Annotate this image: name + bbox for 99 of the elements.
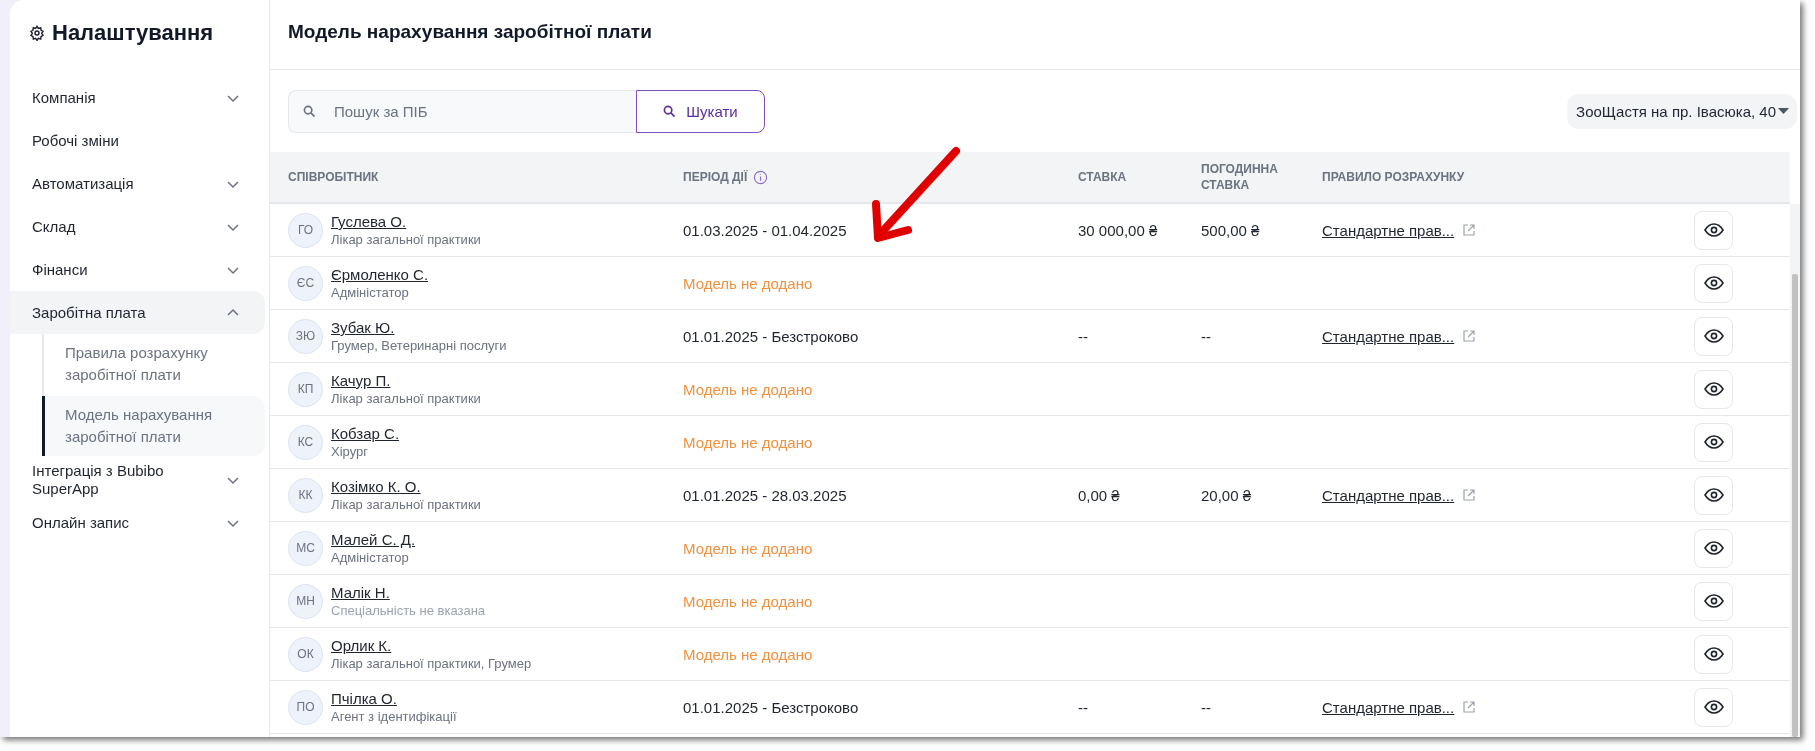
avatar-initials: ГО	[288, 212, 323, 248]
sidebar-item[interactable]: Інтеграція з Bubibo SuperApp	[10, 458, 265, 501]
view-button[interactable]	[1694, 422, 1733, 462]
avatar-initials: МС	[288, 530, 323, 566]
employee-specialty: Лікар загальної практики, Грумер	[331, 656, 532, 671]
sidebar-item[interactable]: Автоматизація	[10, 162, 265, 205]
avatar-initials: ЄС	[288, 265, 323, 301]
column-header: ПОГОДИННА СТАВКА	[1201, 161, 1279, 193]
eye-icon	[1703, 223, 1724, 237]
view-button[interactable]	[1694, 528, 1733, 568]
rule-link[interactable]: Стандартне прав...	[1322, 221, 1455, 239]
employee-link[interactable]: Зубак Ю.	[331, 319, 507, 336]
caret-icon	[1778, 107, 1789, 115]
avatar-initials: КС	[288, 424, 323, 460]
status-text: Модель не додано	[683, 274, 813, 292]
eye-icon	[1703, 700, 1724, 714]
settings-title: Налаштування	[52, 20, 214, 46]
sidebar-subitem[interactable]: Модель нарахування заробітної плати	[42, 396, 265, 456]
eye-icon	[1703, 276, 1724, 290]
sidebar-item[interactable]: Компанія	[10, 76, 265, 119]
avatar-initials: КК	[288, 477, 323, 513]
eye-icon	[1703, 435, 1724, 449]
employee-link[interactable]: Кобзар С.	[331, 425, 400, 442]
eye-icon	[1703, 329, 1724, 343]
view-button[interactable]	[1694, 687, 1733, 727]
period-text: 01.01.2025 - Безстроково	[683, 327, 859, 345]
rule-link[interactable]: Стандартне прав...	[1322, 327, 1455, 345]
employee-specialty: Грумер, Ветеринарні послуги	[331, 338, 507, 353]
employee-link[interactable]: Малей С. Д.	[331, 531, 416, 548]
hourly-rate-text: --	[1201, 327, 1211, 345]
view-button[interactable]	[1694, 210, 1733, 250]
employee-link[interactable]: Козімко К. О.	[331, 478, 481, 495]
eye-icon	[1703, 541, 1724, 555]
page-title: Модель нарахування заробітної плати	[288, 20, 652, 44]
rate-text: --	[1078, 327, 1088, 345]
avatar-initials: КП	[288, 371, 323, 407]
eye-icon	[1703, 488, 1724, 502]
employee-link[interactable]: Орлик К.	[331, 637, 532, 654]
view-button[interactable]	[1694, 475, 1733, 515]
status-text: Модель не додано	[683, 539, 813, 557]
column-header: СПІВРОБІТНИК	[288, 169, 379, 185]
hourly-rate-text: 500,00 ₴	[1201, 221, 1260, 239]
employee-link[interactable]: Гуслева О.	[331, 213, 481, 230]
employee-link[interactable]: Качур П.	[331, 372, 481, 389]
rule-link[interactable]: Стандартне прав...	[1322, 486, 1455, 504]
avatar-initials: МН	[288, 583, 323, 619]
sidebar-subitem[interactable]: Правила розрахунку заробітної плати	[42, 334, 265, 394]
avatar-initials: ЗЮ	[288, 318, 323, 354]
column-header: СТАВКА	[1078, 169, 1127, 185]
period-text: 01.01.2025 - Безстроково	[683, 698, 859, 716]
employee-specialty: Лікар загальної практики	[331, 391, 481, 406]
employee-specialty: Адміністатор	[331, 550, 410, 565]
sidebar-item[interactable]: Робочі зміни	[10, 119, 265, 162]
rate-text: 30 000,00 ₴	[1078, 221, 1158, 239]
status-text: Модель не додано	[683, 380, 813, 398]
location-select[interactable]: ЗооЩастя на пр. Івасюка, 40	[1567, 93, 1797, 129]
search-icon	[303, 104, 316, 118]
employee-specialty: Лікар загальної практики	[331, 232, 481, 247]
sidebar-item[interactable]: Склад	[10, 205, 265, 248]
search-box[interactable]: Пошук за ПІБ	[288, 89, 636, 133]
search-icon	[663, 104, 677, 118]
employee-link[interactable]: Малік Н.	[331, 584, 486, 601]
column-header: ПЕРІОД ДІЇ	[683, 169, 748, 185]
column-header: ПРАВИЛО РОЗРАХУНКУ	[1322, 169, 1465, 185]
status-text: Модель не додано	[683, 592, 813, 610]
employee-specialty: Агент з ідентифікації	[331, 709, 457, 724]
info-icon[interactable]	[753, 169, 769, 185]
eye-icon	[1703, 382, 1724, 396]
hourly-rate-text: 20,00 ₴	[1201, 486, 1252, 504]
status-text: Модель не додано	[683, 645, 813, 663]
search-button[interactable]: Шукати	[636, 89, 765, 133]
view-button[interactable]	[1694, 634, 1733, 674]
employee-specialty: Адміністатор	[331, 285, 410, 300]
scrollbar[interactable]	[1790, 204, 1800, 737]
period-text: 01.03.2025 - 01.04.2025	[683, 221, 847, 239]
status-text: Модель не додано	[683, 433, 813, 451]
avatar-initials: ПО	[288, 689, 323, 725]
rule-link[interactable]: Стандартне прав...	[1322, 698, 1455, 716]
sidebar-item[interactable]: Онлайн запис	[10, 501, 265, 544]
employee-link[interactable]: Пчілка О.	[331, 690, 457, 707]
view-button[interactable]	[1694, 263, 1733, 303]
employee-link[interactable]: Єрмоленко С.	[331, 266, 429, 283]
view-button[interactable]	[1694, 316, 1733, 356]
hourly-rate-text: --	[1201, 698, 1211, 716]
employee-specialty: Лікар загальної практики	[331, 497, 481, 512]
eye-icon	[1703, 594, 1724, 608]
avatar-initials: ОК	[288, 636, 323, 672]
period-text: 01.01.2025 - 28.03.2025	[683, 486, 847, 504]
employee-specialty: Хірург	[331, 444, 369, 459]
search-field[interactable]: Пошук за ПІБ	[332, 101, 596, 121]
view-button[interactable]	[1694, 581, 1733, 621]
rate-text: --	[1078, 698, 1088, 716]
view-button[interactable]	[1694, 369, 1733, 409]
rate-text: 0,00 ₴	[1078, 486, 1120, 504]
gear-icon	[29, 25, 45, 41]
sidebar-item[interactable]: Фінанси	[10, 248, 265, 291]
employee-specialty: Спеціальність не вказана	[331, 603, 486, 618]
sidebar-item[interactable]: Заробітна плата	[10, 291, 265, 334]
eye-icon	[1703, 647, 1724, 661]
